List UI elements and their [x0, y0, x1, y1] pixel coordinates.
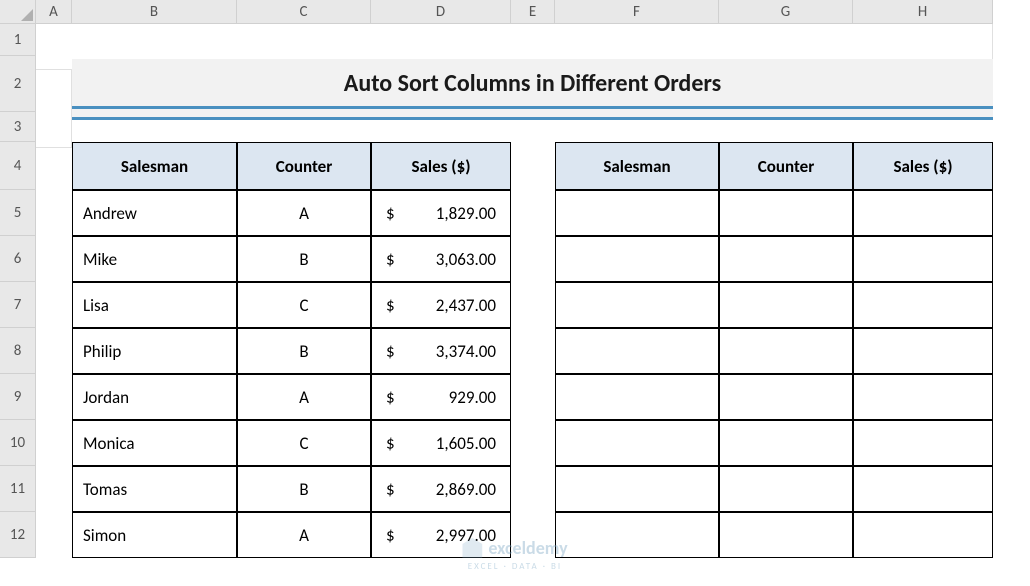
table1-salesman-cell[interactable]: Simon — [72, 512, 237, 558]
table1-sales-cell[interactable]: $1,829.00 — [371, 190, 511, 236]
table2-empty-cell[interactable] — [853, 236, 993, 282]
table1-sales-cell[interactable]: $2,869.00 — [371, 466, 511, 512]
table2-empty-cell[interactable] — [555, 466, 719, 512]
table2-empty-cell[interactable] — [853, 374, 993, 420]
table1-salesman-cell[interactable]: Andrew — [72, 190, 237, 236]
table2-empty-cell[interactable] — [853, 282, 993, 328]
table1-sales-cell[interactable]: $2,437.00 — [371, 282, 511, 328]
col-header-G[interactable]: G — [719, 0, 853, 24]
table2-empty-cell[interactable] — [719, 374, 853, 420]
table1-header-salesman[interactable]: Salesman — [72, 142, 237, 190]
row-header-3[interactable]: 3 — [0, 112, 36, 142]
table2-empty-cell[interactable] — [555, 420, 719, 466]
col-header-B[interactable]: B — [72, 0, 237, 24]
watermark-icon — [462, 538, 482, 558]
table1-counter-cell[interactable]: A — [237, 374, 371, 420]
table2-empty-cell[interactable] — [719, 328, 853, 374]
table2-empty-cell[interactable] — [555, 512, 719, 558]
table2-empty-cell[interactable] — [719, 282, 853, 328]
table1-salesman-cell[interactable]: Mike — [72, 236, 237, 282]
table2-empty-cell[interactable] — [719, 236, 853, 282]
row-header-4[interactable]: 4 — [0, 142, 36, 190]
table1-counter-cell[interactable]: C — [237, 282, 371, 328]
row-header-8[interactable]: 8 — [0, 328, 36, 374]
table2-empty-cell[interactable] — [555, 190, 719, 236]
table2-empty-cell[interactable] — [853, 512, 993, 558]
select-all-corner[interactable] — [0, 0, 36, 24]
table1-counter-cell[interactable]: C — [237, 420, 371, 466]
table1-counter-cell[interactable]: B — [237, 466, 371, 512]
watermark-name: exceldemy — [488, 537, 567, 559]
col-header-D[interactable]: D — [371, 0, 511, 24]
table2-empty-cell[interactable] — [719, 466, 853, 512]
table1-sales-cell[interactable]: $3,374.00 — [371, 328, 511, 374]
table2-empty-cell[interactable] — [853, 328, 993, 374]
col-header-E[interactable]: E — [511, 0, 555, 24]
table2-empty-cell[interactable] — [719, 512, 853, 558]
row-header-12[interactable]: 12 — [0, 512, 36, 558]
table1-salesman-cell[interactable]: Monica — [72, 420, 237, 466]
col-header-C[interactable]: C — [237, 0, 371, 24]
table2-header-counter[interactable]: Counter — [719, 142, 853, 190]
table1-sales-cell[interactable]: $3,063.00 — [371, 236, 511, 282]
row-header-9[interactable]: 9 — [0, 374, 36, 420]
table1-counter-cell[interactable]: A — [237, 512, 371, 558]
table1-salesman-cell[interactable]: Philip — [72, 328, 237, 374]
col-header-F[interactable]: F — [555, 0, 719, 24]
table1-salesman-cell[interactable]: Tomas — [72, 466, 237, 512]
row-header-1[interactable]: 1 — [0, 24, 36, 56]
table1-sales-cell[interactable]: $1,605.00 — [371, 420, 511, 466]
table1-header-counter[interactable]: Counter — [237, 142, 371, 190]
table2-empty-cell[interactable] — [719, 190, 853, 236]
row-header-6[interactable]: 6 — [0, 236, 36, 282]
table2-empty-cell[interactable] — [555, 236, 719, 282]
row-header-2[interactable]: 2 — [0, 56, 36, 112]
watermark-tagline: EXCEL · DATA · BI — [468, 561, 562, 572]
col-header-H[interactable]: H — [853, 0, 993, 24]
table2-empty-cell[interactable] — [853, 420, 993, 466]
page-title: Auto Sort Columns in Different Orders — [72, 59, 993, 109]
table2-empty-cell[interactable] — [555, 328, 719, 374]
table1-sales-cell[interactable]: $929.00 — [371, 374, 511, 420]
table1-counter-cell[interactable]: A — [237, 190, 371, 236]
table2-empty-cell[interactable] — [555, 282, 719, 328]
table1-salesman-cell[interactable]: Jordan — [72, 374, 237, 420]
row-header-5[interactable]: 5 — [0, 190, 36, 236]
table2-empty-cell[interactable] — [853, 190, 993, 236]
table2-empty-cell[interactable] — [853, 466, 993, 512]
row-header-7[interactable]: 7 — [0, 282, 36, 328]
row-header-11[interactable]: 11 — [0, 466, 36, 512]
table2-header-sales[interactable]: Sales ($) — [853, 142, 993, 190]
col-header-A[interactable]: A — [36, 0, 72, 24]
watermark: exceldemy EXCEL · DATA · BI — [462, 537, 567, 572]
table1-header-sales[interactable]: Sales ($) — [371, 142, 511, 190]
table1-salesman-cell[interactable]: Lisa — [72, 282, 237, 328]
table2-header-salesman[interactable]: Salesman — [555, 142, 719, 190]
table2-empty-cell[interactable] — [719, 420, 853, 466]
table1-counter-cell[interactable]: B — [237, 236, 371, 282]
table2-empty-cell[interactable] — [555, 374, 719, 420]
row-header-10[interactable]: 10 — [0, 420, 36, 466]
table1-counter-cell[interactable]: B — [237, 328, 371, 374]
